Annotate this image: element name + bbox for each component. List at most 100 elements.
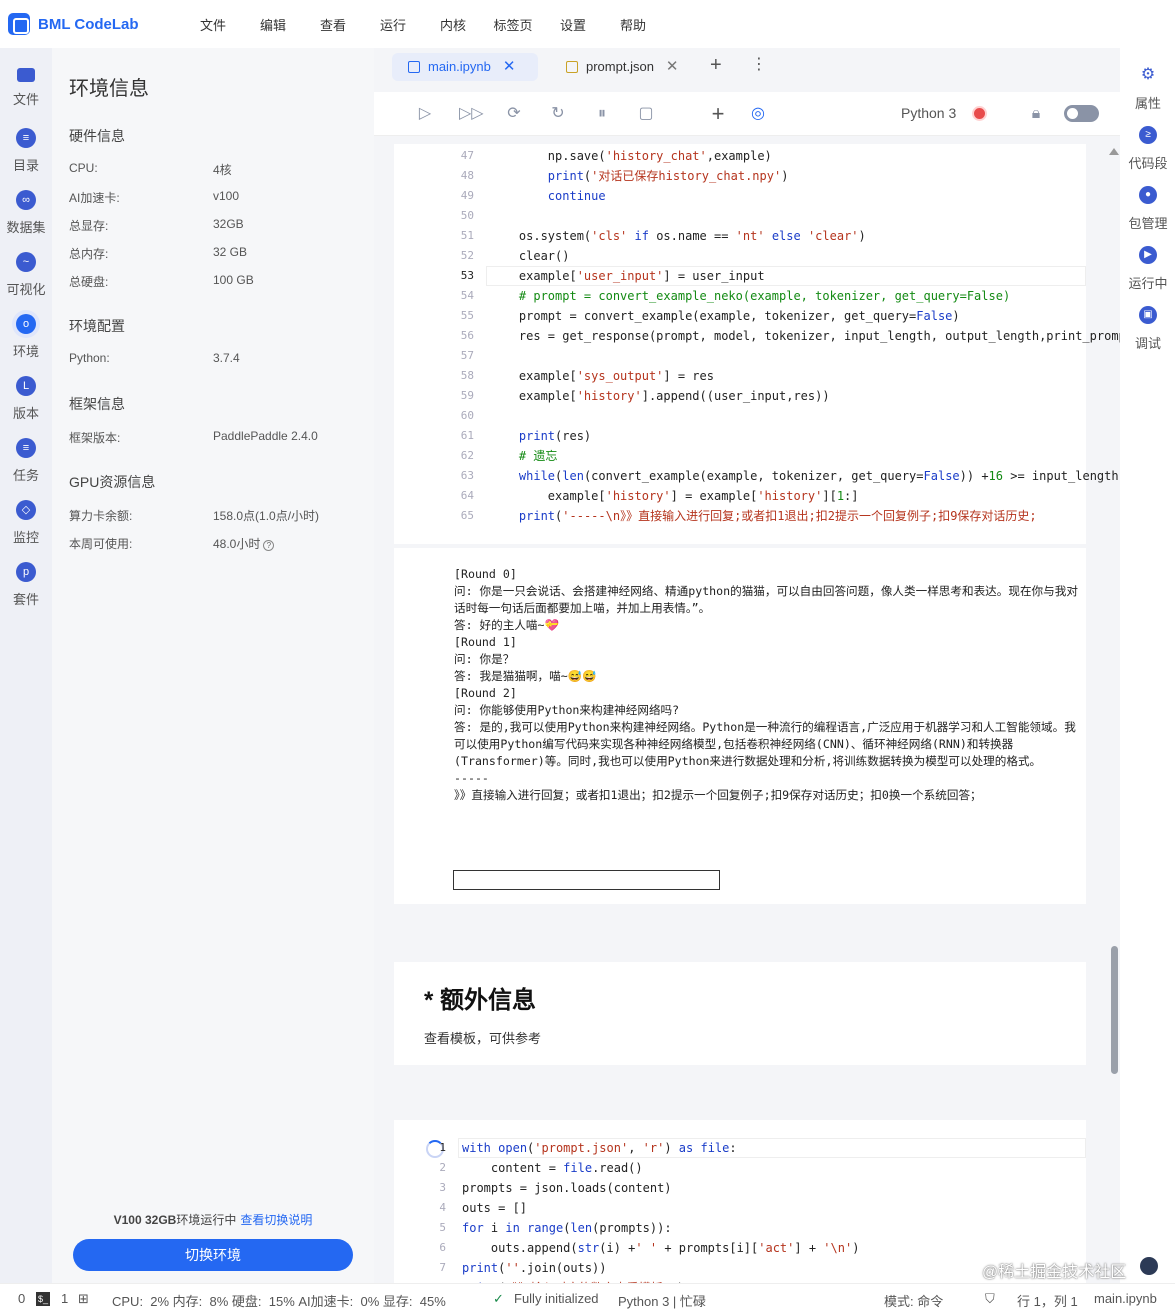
activity-label: 环境 xyxy=(12,344,39,359)
code-line[interactable]: 54 # prompt = convert_example_neko(examp… xyxy=(394,286,1086,306)
markdown-text: 查看模板，可供参考 xyxy=(424,1031,542,1046)
code-line[interactable]: 2 content = file.read() xyxy=(374,1158,1086,1178)
code-line[interactable]: 48 print('对话已保存history_chat.npy') xyxy=(394,166,1086,186)
activity-task[interactable]: ≡ 任务 xyxy=(0,438,52,484)
add-cell-icon[interactable]: + xyxy=(708,103,728,125)
resource-usage: CPU: 2% 内存: 8% 硬盘: 15% AI加速卡: 0% 显存: 45% xyxy=(112,1294,446,1309)
activity-toc[interactable]: ≡ 目录 xyxy=(0,128,52,174)
cell-source[interactable]: 1 with open('prompt.json', 'r') as file: 2… xyxy=(374,1138,1086,1283)
hardware-row: 总硬盘: 100 GB xyxy=(69,273,369,290)
code-line[interactable]: 49 continue xyxy=(394,186,1086,206)
kernel-count[interactable]: 1 xyxy=(61,1291,68,1306)
right-label: 调试 xyxy=(1134,336,1161,351)
run-icon[interactable]: ▷ xyxy=(415,104,435,124)
right-properties[interactable]: ⚙ 属性 xyxy=(1121,66,1175,112)
markdown-cell[interactable]: * 额外信息 查看模板，可供参考 xyxy=(394,962,1086,1065)
code-line[interactable]: 6 outs.append(str(i) +' ' + prompts[i]['… xyxy=(374,1238,1086,1258)
code-line[interactable]: 7 print(''.join(outs)) xyxy=(374,1258,1086,1278)
menu-tabs[interactable]: 标签页 xyxy=(483,15,543,34)
code-line[interactable]: 62 # 遗忘 xyxy=(394,446,1086,466)
switch-help-link[interactable]: 查看切换说明 xyxy=(240,1213,312,1227)
cell-source[interactable]: 47 np.save('history_chat',example) 48 pri… xyxy=(394,146,1120,526)
code-line[interactable]: 1 with open('prompt.json', 'r') as file: xyxy=(374,1138,1086,1158)
stdin-input[interactable] xyxy=(453,870,720,890)
scroll-up-icon[interactable] xyxy=(1109,148,1119,155)
switch-env-button[interactable]: 切换环境 xyxy=(73,1239,353,1271)
code-line[interactable]: 4 outs = [] xyxy=(374,1198,1086,1218)
activity-files[interactable]: 文件 xyxy=(0,68,52,108)
more-icon[interactable]: ⋮ xyxy=(751,54,767,74)
lock-icon[interactable]: 🔒︎ xyxy=(1026,104,1046,124)
code-line[interactable]: 60 xyxy=(394,406,1086,426)
code-line[interactable]: 50 xyxy=(394,206,1086,226)
activity-dataset[interactable]: ∞ 数据集 xyxy=(0,190,52,236)
hardware-row: 总显存: 32GB xyxy=(69,217,369,234)
activity-version[interactable]: L 版本 xyxy=(0,376,52,422)
menu-view[interactable]: 查看 xyxy=(303,15,363,34)
code-line[interactable]: 57 xyxy=(394,346,1086,366)
mode-toggle[interactable] xyxy=(1064,105,1099,122)
code-line[interactable]: 65 print('-----\n》》直接输入进行回复;或者扣1退出;扣2提示一… xyxy=(394,506,1086,526)
scrollbar-thumb[interactable] xyxy=(1111,946,1118,1074)
debug-icon[interactable]: ◎ xyxy=(748,104,768,124)
restart-run-icon[interactable]: ⟳ xyxy=(504,104,524,124)
line-number: 50 xyxy=(460,209,474,222)
chart-icon: ~ xyxy=(16,252,36,272)
menu-run[interactable]: 运行 xyxy=(363,15,423,34)
code-line[interactable]: 5 for i in range(len(prompts)): xyxy=(374,1218,1086,1238)
shield-icon[interactable]: ⛉ xyxy=(985,1291,995,1307)
interrupt-icon[interactable]: ⏸ xyxy=(592,104,612,124)
tab-prompt-json[interactable]: prompt.json ✕ xyxy=(550,53,690,81)
help-icon[interactable]: ? xyxy=(263,540,275,551)
menu-edit[interactable]: 编辑 xyxy=(243,15,303,34)
right-running[interactable]: ▶ 运行中 xyxy=(1121,246,1175,292)
code-line[interactable]: 63 while(len(convert_example(example, to… xyxy=(394,466,1119,486)
run-all-icon[interactable]: ▷▷ xyxy=(459,104,484,124)
code-line[interactable]: 55 prompt = convert_example(example, tok… xyxy=(394,306,1086,326)
code-line[interactable]: 56 res = get_response(prompt, model, tok… xyxy=(394,326,1120,346)
line-code: with open('prompt.json', 'r') as file: xyxy=(462,1141,737,1155)
code-line[interactable]: 61 print(res) xyxy=(394,426,1086,446)
save-icon[interactable]: ▢ xyxy=(636,104,656,124)
close-icon[interactable]: ✕ xyxy=(503,58,516,75)
terminal-count[interactable]: 0 xyxy=(18,1291,25,1306)
activity-label: 任务 xyxy=(12,468,39,483)
menu-kernel[interactable]: 内核 xyxy=(423,15,483,34)
code-line[interactable]: 59 example['history'].append((user_input… xyxy=(394,386,1086,406)
menu-file[interactable]: 文件 xyxy=(183,15,243,34)
kernel-status[interactable]: Python 3 | 忙碌 xyxy=(618,1291,706,1310)
right-snippets[interactable]: ≥ 代码段 xyxy=(1121,126,1175,172)
activity-visualize[interactable]: ~ 可视化 xyxy=(0,252,52,298)
menu-settings[interactable]: 设置 xyxy=(543,15,603,34)
row-key: 算力卡余额: xyxy=(69,509,133,523)
line-number: 51 xyxy=(460,229,474,242)
menu-help[interactable]: 帮助 xyxy=(603,15,663,34)
right-packages[interactable]: ● 包管理 xyxy=(1121,186,1175,232)
row-key: 总显存: xyxy=(69,219,109,233)
close-icon[interactable]: ✕ xyxy=(666,58,679,75)
code-cell[interactable]: 47 np.save('history_chat',example) 48 pri… xyxy=(394,144,1120,544)
right-label: 属性 xyxy=(1134,96,1161,111)
folder-icon xyxy=(17,68,35,82)
code-line[interactable]: 58 example['sys_output'] = res xyxy=(394,366,1086,386)
clock-icon: L xyxy=(16,376,36,396)
code-line[interactable]: 64 example['history'] = example['history… xyxy=(394,486,1086,506)
kernel-name[interactable]: Python 3 xyxy=(901,105,956,121)
activity-environment[interactable]: o 环境 xyxy=(0,314,52,360)
activity-monitor[interactable]: ◇ 监控 xyxy=(0,500,52,546)
code-line[interactable]: 53 example['user_input'] = user_input xyxy=(394,266,1086,286)
code-line[interactable]: 51 os.system('cls' if os.name == 'nt' el… xyxy=(394,226,1086,246)
tab-main-ipynb[interactable]: main.ipynb ✕ xyxy=(392,53,538,81)
code-line[interactable]: 52 clear() xyxy=(394,246,1086,266)
activity-suite[interactable]: p 套件 xyxy=(0,562,52,608)
right-debug[interactable]: ▣ 调试 xyxy=(1121,306,1175,352)
terminal-icon[interactable]: $_ xyxy=(36,1292,50,1306)
cursor-position[interactable]: 行 1，列 1 xyxy=(1017,1291,1078,1310)
row-key: CPU: xyxy=(69,161,98,175)
new-tab-icon[interactable]: + xyxy=(710,54,722,77)
restart-icon[interactable]: ↻ xyxy=(548,104,568,124)
code-line[interactable]: 3 prompts = json.loads(content) xyxy=(374,1178,1086,1198)
line-code: prompts = json.loads(content) xyxy=(462,1181,672,1195)
activity-label: 套件 xyxy=(12,592,39,607)
code-line[interactable]: 47 np.save('history_chat',example) xyxy=(394,146,1086,166)
